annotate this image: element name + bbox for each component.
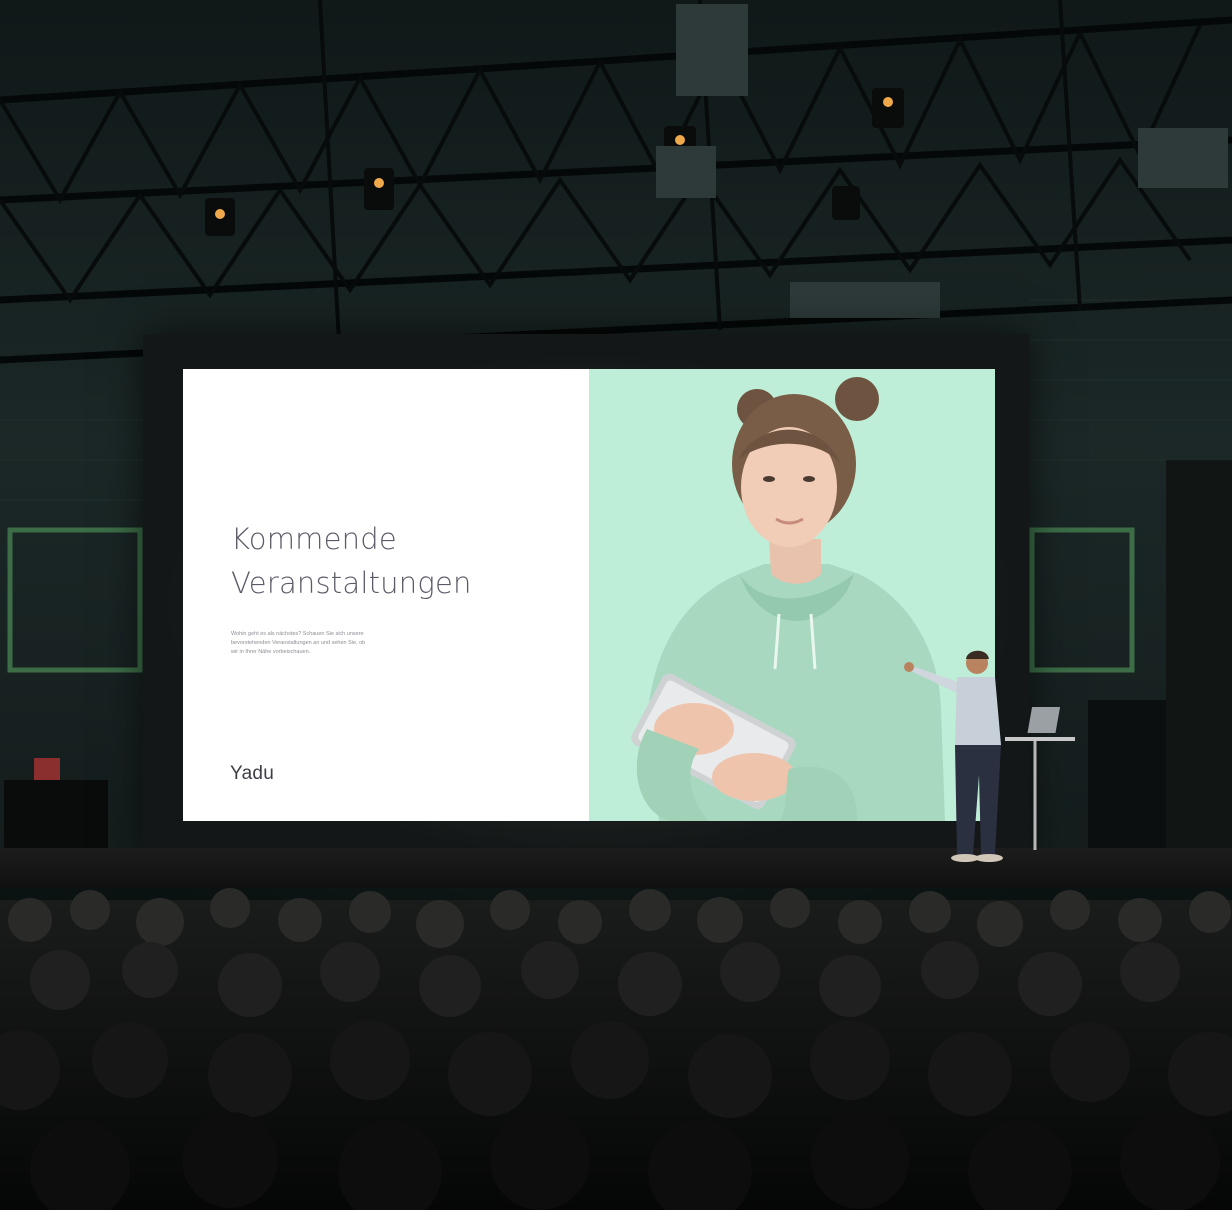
conference-scene: Kommende Veranstaltungen Wohin geht es a…	[0, 0, 1232, 1210]
slide-title: Kommende Veranstaltungen	[231, 522, 472, 600]
presentation-slide: Kommende Veranstaltungen Wohin geht es a…	[183, 369, 995, 821]
slide-logo: Yadu	[230, 763, 275, 784]
slide-body-text: Wohin geht es als nächstes? Schauen Sie …	[231, 631, 366, 655]
laptop-icon	[1027, 707, 1061, 733]
presenter-figure	[904, 650, 1075, 862]
audience-silhouettes	[0, 888, 1232, 1210]
slide-text-panel: Kommende Veranstaltungen Wohin geht es a…	[183, 369, 589, 821]
